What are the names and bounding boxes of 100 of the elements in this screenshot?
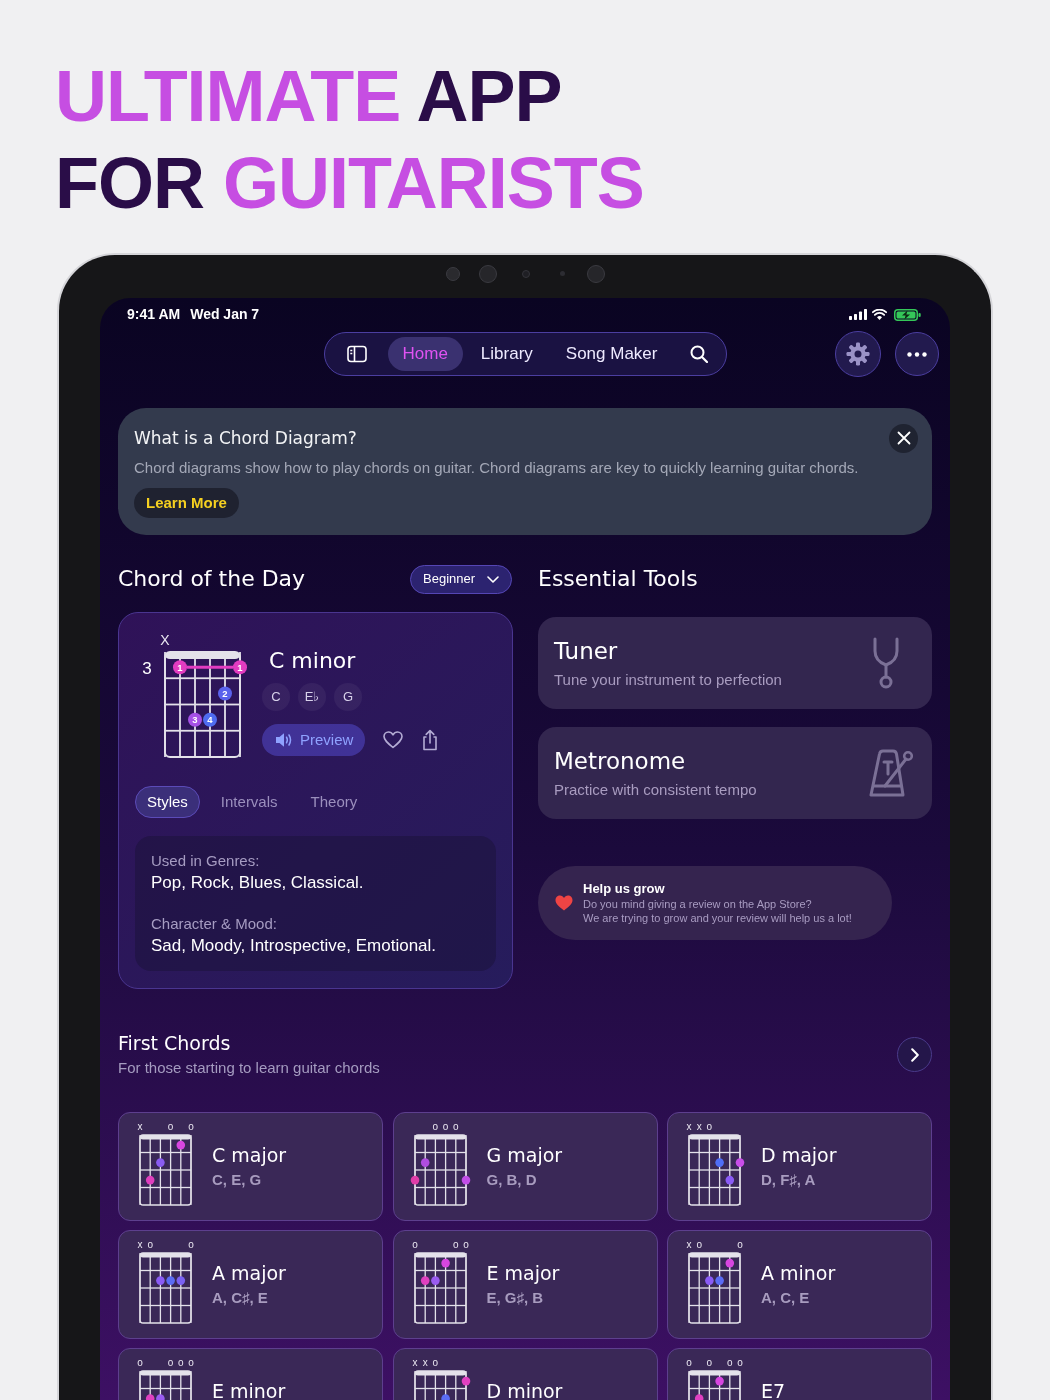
chord-tile[interactable]: o o o o E7 <box>667 1348 932 1400</box>
heart-icon <box>555 895 573 911</box>
string-mark: o <box>442 1121 448 1132</box>
detail-tab[interactable]: Styles <box>135 786 200 818</box>
chord-notes: A, C, E <box>761 1288 811 1308</box>
chord-name: G major <box>486 1143 563 1167</box>
chord-name: A major <box>212 1261 286 1285</box>
close-button[interactable] <box>889 423 918 453</box>
review-title: Help us grow <box>583 881 666 897</box>
close-icon <box>896 431 911 445</box>
chord-tile[interactable]: x x o D minor <box>392 1348 658 1400</box>
string-mark: o <box>178 1357 184 1368</box>
chord-tile[interactable]: x o o A major A, C♯, E <box>118 1230 383 1339</box>
settings-button[interactable] <box>835 331 881 377</box>
review-prompt-card[interactable]: Help us grow Do you mind giving a review on the App Store? We are trying to grow and your review will help us a lot! <box>538 866 892 940</box>
string-mark: o <box>706 1121 713 1132</box>
string-mark: x <box>422 1357 428 1368</box>
finger-dot: 1 <box>173 660 187 675</box>
detail-tab[interactable]: Intervals <box>208 786 290 818</box>
chord-name: E7 <box>761 1379 786 1400</box>
nav-tab[interactable]: Library <box>465 337 548 371</box>
string-mark: x <box>686 1239 692 1250</box>
search-icon[interactable] <box>689 345 708 363</box>
preview-button[interactable]: Preview <box>262 724 366 756</box>
tool-title: Tuner <box>554 636 619 665</box>
string-mark: o <box>727 1357 733 1368</box>
chord-tile[interactable]: o o o G major G, B, D <box>392 1112 658 1221</box>
chord-tile[interactable]: o o o E major E, G♯, B <box>392 1230 658 1339</box>
tuning-fork-icon <box>872 637 900 689</box>
string-mark: X <box>160 632 170 648</box>
string-mark: o <box>737 1239 743 1250</box>
note-chip: G <box>334 683 362 711</box>
speaker-icon <box>275 732 293 748</box>
detail-tab[interactable]: Theory <box>298 786 370 818</box>
heart-icon[interactable] <box>383 731 404 749</box>
learn-more-button[interactable]: Learn More <box>134 488 239 518</box>
next-button[interactable] <box>897 1037 932 1072</box>
chord-name: E minor <box>212 1379 286 1400</box>
more-button[interactable] <box>895 332 939 376</box>
chevron-right-icon <box>910 1047 919 1062</box>
more-icon <box>907 351 927 357</box>
review-text: Do you mind giving a review on the App Store? <box>583 897 813 911</box>
metronome-icon <box>867 748 913 798</box>
string-mark: x <box>137 1239 143 1250</box>
string-mark: o <box>452 1239 459 1250</box>
detail-value: Pop, Rock, Blues, Classical. <box>151 872 365 894</box>
settings-icon <box>846 342 870 366</box>
chord-notes: D, F♯, A <box>761 1170 817 1190</box>
banner-text: Chord diagrams show how to play chords on guitar. Chord diagrams are key to quickly learning guitar chords. <box>134 458 860 478</box>
chord-tile[interactable]: o o o o E minor <box>118 1348 383 1400</box>
finger-dot: 1 <box>233 660 247 675</box>
chord-name: C major <box>212 1143 287 1167</box>
nav-tab[interactable]: Song Maker <box>550 337 673 371</box>
chord-name: A minor <box>761 1261 836 1285</box>
chord-tile[interactable]: x o o A minor A, C, E <box>667 1230 932 1339</box>
note-chip: E♭ <box>298 683 326 711</box>
chord-notes: C, E, G <box>212 1170 263 1190</box>
tool-title: Metronome <box>554 746 687 775</box>
string-mark: o <box>167 1357 174 1368</box>
wifi-icon <box>872 309 887 320</box>
string-mark: o <box>167 1121 174 1132</box>
fret-number: 3 <box>142 659 152 678</box>
nav-tab[interactable]: Home <box>387 337 463 371</box>
chord-tile[interactable]: x o o C major C, E, G <box>118 1112 383 1221</box>
string-mark: o <box>706 1357 713 1368</box>
string-mark: x <box>137 1121 143 1132</box>
chord-notes: G, B, D <box>486 1170 538 1190</box>
detail-label: Character & Mood: <box>151 914 278 934</box>
tool-card[interactable]: Tuner Tune your instrument to perfection <box>538 617 932 709</box>
chord-name: E major <box>486 1261 560 1285</box>
string-mark: o <box>188 1357 194 1368</box>
string-mark: o <box>411 1239 418 1250</box>
status-date: Wed Jan 7 <box>190 305 260 324</box>
tool-subtitle: Tune your instrument to perfection <box>554 669 782 690</box>
chord-tile[interactable]: x x o D major D, F♯, A <box>667 1112 932 1221</box>
chord-name: C minor <box>268 647 356 675</box>
banner-title: What is a Chord Diagram? <box>134 427 357 450</box>
sidebar-icon[interactable] <box>346 345 367 363</box>
string-mark: x <box>412 1357 417 1368</box>
headline: ULTIMATE APP FOR GUITARISTS <box>55 55 644 225</box>
chord-notes: A, C♯, E <box>212 1288 269 1308</box>
chord-notes: E, G♯, B <box>486 1288 545 1308</box>
detail-label: Used in Genres: <box>151 851 261 871</box>
string-mark: o <box>686 1357 692 1368</box>
review-text: We are trying to grow and your review will help us a lot! <box>583 911 852 925</box>
signal-icon <box>849 309 867 320</box>
chord-name: D major <box>761 1143 837 1167</box>
string-mark: x <box>696 1121 702 1132</box>
tool-card[interactable]: Metronome Practice with consistent tempo <box>538 727 932 819</box>
string-mark: o <box>696 1239 702 1250</box>
detail-value: Sad, Moody, Introspective, Emotional. <box>151 935 438 957</box>
chord-name: D minor <box>486 1379 563 1400</box>
level-dropdown[interactable]: Beginner <box>410 564 512 594</box>
string-mark: o <box>432 1121 438 1132</box>
string-mark: o <box>462 1239 469 1250</box>
share-icon[interactable] <box>421 729 440 751</box>
string-mark: o <box>188 1239 194 1250</box>
section-title: First Chords <box>118 1031 232 1055</box>
string-mark: o <box>452 1121 459 1132</box>
string-mark: x <box>686 1121 692 1132</box>
